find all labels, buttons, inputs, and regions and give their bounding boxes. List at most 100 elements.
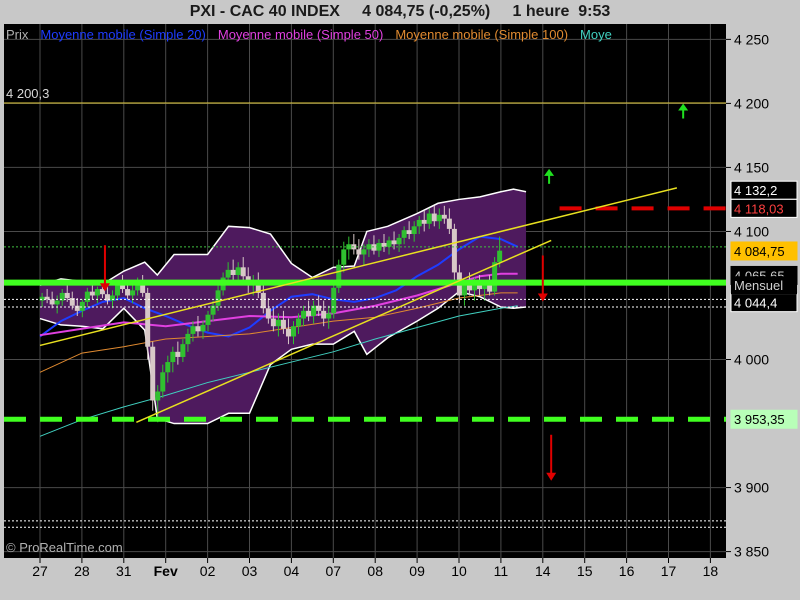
x-tick-label: 31 <box>116 563 132 579</box>
candle-body <box>270 318 276 327</box>
candle-body <box>275 319 281 327</box>
candle-body <box>446 218 452 229</box>
watermark-text: © ProRealTime.com <box>6 540 123 555</box>
candle-body <box>396 237 402 245</box>
legend-entry: Prix <box>6 27 29 42</box>
x-tick-label: 28 <box>74 563 90 579</box>
y-tick-label: 4 250 <box>734 31 769 47</box>
candle-body <box>331 287 337 314</box>
candle-body <box>79 301 85 311</box>
candle-body <box>225 269 231 278</box>
candle-body <box>436 214 442 222</box>
candle-body <box>411 226 417 235</box>
candle-body <box>431 213 437 222</box>
y-tick-label: 4 200 <box>734 95 769 111</box>
candle-body <box>170 351 176 363</box>
legend-entry: Moye <box>580 27 612 42</box>
candle-body <box>84 291 90 302</box>
x-tick-label: 14 <box>535 563 551 579</box>
candle-body <box>466 285 472 291</box>
candle-body <box>361 249 367 255</box>
legend-entry: Moyenne mobile (Simple 50) <box>218 27 383 42</box>
candle-body <box>130 290 136 296</box>
x-tick-label: 03 <box>242 563 258 579</box>
candle-body <box>316 305 322 311</box>
legend-entry: Moyenne mobile (Simple 100) <box>395 27 568 42</box>
candle-body <box>74 305 80 311</box>
y-tick-label: 3 900 <box>734 480 769 496</box>
y-tick-label: 4 150 <box>734 159 769 175</box>
y-tick-label: 3 850 <box>734 544 769 560</box>
candle-body <box>416 219 422 227</box>
candle-body <box>125 289 131 296</box>
candle-body <box>356 249 362 255</box>
candle-body <box>386 240 392 247</box>
candle-body <box>230 269 236 275</box>
x-tick-label: 09 <box>409 563 425 579</box>
candle-body <box>215 290 221 306</box>
candle-body <box>421 219 427 224</box>
x-tick-label: 11 <box>494 563 509 579</box>
candle-body <box>240 267 246 277</box>
candle-body <box>265 308 271 319</box>
candle-body <box>341 249 347 265</box>
price-tag-label: 4 044,4 <box>734 296 777 311</box>
candle-body <box>260 292 266 309</box>
price-tag-label: 4 084,75 <box>734 244 785 259</box>
candle-body <box>155 391 161 401</box>
candle-body <box>406 230 412 235</box>
candle-body <box>180 344 186 357</box>
price-tag-label: 3 953,35 <box>734 412 785 427</box>
chart-window: PXI - CAC 40 INDEX 4 084,75 (-0,25%) 1 h… <box>0 0 800 600</box>
candle-body <box>190 326 196 334</box>
x-tick-label: 16 <box>619 563 635 579</box>
candle-body <box>64 292 70 299</box>
candle-body <box>200 324 206 332</box>
candle-body <box>326 313 332 319</box>
x-tick-label: 04 <box>284 563 300 579</box>
candle-body <box>39 296 45 301</box>
candle-body <box>115 283 121 296</box>
x-tick-label: 27 <box>32 563 48 579</box>
candle-body <box>381 242 387 247</box>
x-tick-label: Fev <box>154 563 178 579</box>
price-tag-label: 4 132,2 <box>734 183 777 198</box>
candle-body <box>94 289 100 296</box>
candle-body <box>487 285 493 292</box>
candle-body <box>175 351 181 357</box>
x-tick-label: 10 <box>451 563 467 579</box>
candle-body <box>235 267 241 275</box>
candle-body <box>426 213 432 224</box>
candle-body <box>285 328 291 337</box>
candle-body <box>306 310 312 316</box>
x-tick-label: 02 <box>200 563 216 579</box>
candle-body <box>165 362 171 373</box>
candle-body <box>461 285 467 296</box>
x-tick-label: 18 <box>703 563 719 579</box>
candle-body <box>301 310 307 319</box>
level-label-4200: 4 200,3 <box>6 86 49 101</box>
x-tick-label: 08 <box>367 563 383 579</box>
x-tick-label: 15 <box>577 563 593 579</box>
candle-body <box>54 300 60 305</box>
candle-body <box>391 240 397 245</box>
candle-body <box>482 285 488 290</box>
candle-body <box>451 228 457 273</box>
candle-body <box>195 326 201 332</box>
candle-body <box>205 314 211 325</box>
x-tick-label: 07 <box>326 563 342 579</box>
candle-body <box>109 295 115 301</box>
candle-body <box>280 319 286 329</box>
candle-body <box>89 291 95 296</box>
price-chart[interactable]: 4 200,3 Prix Moyenne mobile (Simple 20) Moy… <box>0 0 800 600</box>
candle-body <box>371 244 377 251</box>
candle-body <box>185 333 191 345</box>
candle-body <box>150 346 156 401</box>
candle-body <box>296 318 302 327</box>
price-tag-label: 4 118,03 <box>734 201 784 216</box>
candle-body <box>441 214 447 219</box>
y-tick-label: 4 100 <box>734 223 769 239</box>
candle-body <box>401 230 407 238</box>
candle-body <box>49 299 55 305</box>
candle-body <box>290 326 296 337</box>
